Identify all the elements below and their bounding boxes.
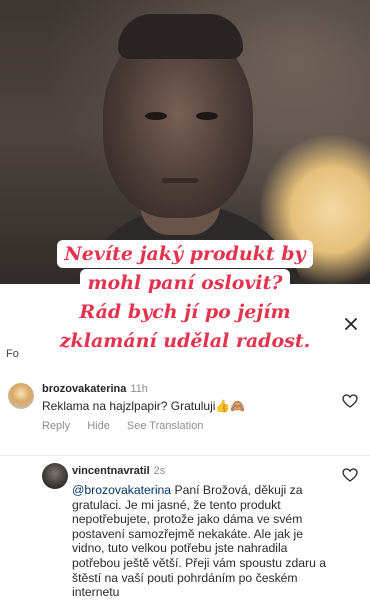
- hide-button[interactable]: Hide: [87, 420, 110, 432]
- avatar[interactable]: [42, 463, 68, 489]
- avatar[interactable]: [8, 383, 34, 409]
- see-translation-button[interactable]: See Translation: [127, 420, 203, 432]
- comment-meta: brozovakaterina 11h: [42, 383, 148, 395]
- comment-item: vincentnavratil 2s @brozovakaterina Paní …: [0, 457, 370, 607]
- caption-line-2: mohl paní oslovit?: [80, 269, 290, 297]
- heart-icon[interactable]: [342, 468, 358, 482]
- comment-actions: Reply Hide See Translation: [42, 420, 217, 432]
- comment-item: brozovakaterina 11h Reklama na hajzlpapir…: [0, 377, 370, 451]
- person-mouth: [162, 178, 198, 183]
- comment-text-body: Reklama na hajzlpapir? Gratuluji: [42, 399, 216, 413]
- reply-button[interactable]: Reply: [42, 420, 70, 432]
- comment-username[interactable]: vincentnavratil: [72, 465, 150, 477]
- comment-username[interactable]: brozovakaterina: [42, 383, 126, 395]
- person-hair: [118, 14, 243, 59]
- comment-time: 11h: [130, 383, 148, 395]
- comment-time: 2s: [153, 465, 166, 477]
- person-eye-right: [196, 112, 218, 120]
- caption-line-1: Nevíte jaký produkt by: [57, 240, 313, 268]
- caption-line-3: Rád bych jí po jejím: [72, 298, 298, 326]
- comment-emojis: 👍🙈: [215, 399, 246, 413]
- person-eye-left: [145, 112, 167, 120]
- caption-line-4: zklamání udělal radost.: [52, 327, 318, 355]
- comment-text: Reklama na hajzlpapir? Gratuluji👍🙈: [42, 399, 245, 413]
- close-icon[interactable]: [344, 317, 358, 331]
- comment-meta: vincentnavratil 2s: [72, 465, 165, 477]
- divider: [0, 455, 370, 456]
- comment-mention[interactable]: @brozovakaterina: [72, 483, 171, 497]
- comment-text: @brozovakaterina Paní Brožová, děkuji za…: [72, 483, 330, 600]
- heart-icon[interactable]: [342, 394, 358, 408]
- comment-text-body: Paní Brožová, děkuji za gratulaci. Je mi…: [72, 483, 327, 600]
- sheet-header-label: Fo: [6, 348, 19, 360]
- caption-overlay: Nevíte jaký produkt by mohl paní oslovit…: [26, 240, 344, 356]
